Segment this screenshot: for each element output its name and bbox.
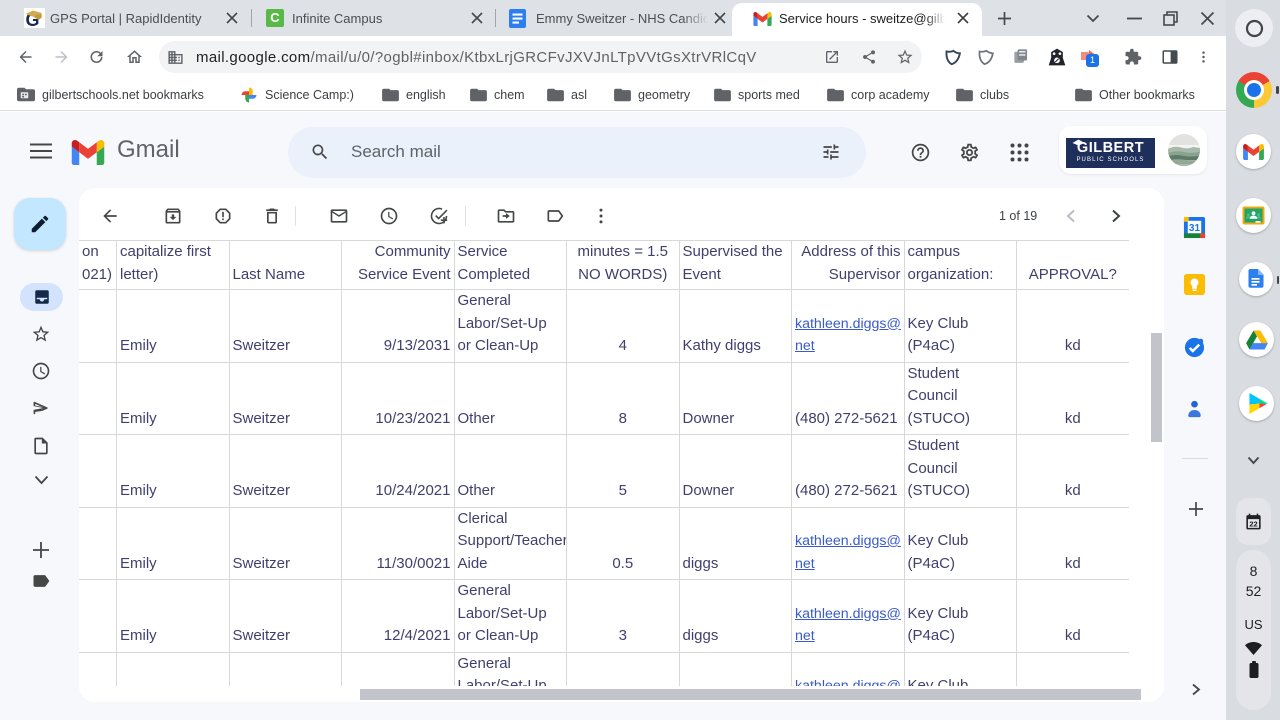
svg-text:31: 31 xyxy=(1189,223,1201,234)
svg-text:22: 22 xyxy=(1249,519,1257,528)
